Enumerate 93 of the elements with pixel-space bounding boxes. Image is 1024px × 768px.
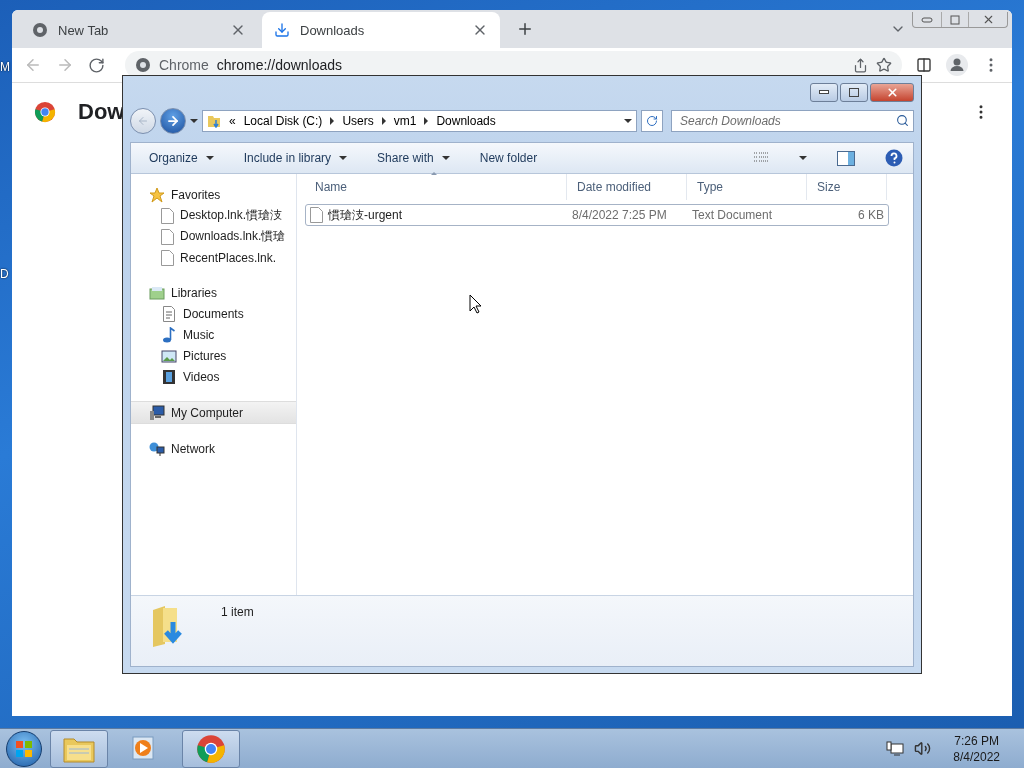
toolbar-button[interactable]: Include in library [243, 151, 348, 165]
back-button[interactable] [130, 108, 156, 134]
history-dropdown-icon[interactable] [190, 119, 198, 123]
start-button[interactable] [6, 730, 42, 767]
breadcrumb-arrow-icon[interactable] [381, 117, 386, 125]
breadcrumb-item[interactable]: Downloads [436, 114, 496, 128]
nav-item[interactable]: Network [131, 438, 296, 459]
nav-item[interactable]: Libraries [131, 282, 296, 303]
breadcrumb-arrow-icon[interactable] [424, 117, 429, 125]
table-cell-text: 6 KB [857, 207, 885, 224]
table-cell-text: Text Document [691, 207, 774, 224]
network-icon[interactable] [886, 740, 905, 757]
nav-item[interactable]: Downloads.lnk.慣瑲 [131, 226, 296, 247]
breadcrumb-item[interactable]: vm1 [393, 114, 417, 128]
column-header[interactable]: Name [305, 174, 567, 200]
table-cell: 慣瑲汥-urgent [306, 205, 568, 225]
url-text: chrome://downloads [216, 57, 344, 73]
nav-item[interactable]: Desktop.lnk.慣瑲汥 [131, 205, 296, 226]
minimize-icon [819, 90, 829, 94]
nav-item[interactable]: RecentPlaces.lnk. [131, 247, 296, 268]
minimize-button[interactable] [810, 82, 838, 102]
address-bar[interactable]: « Local Disk (C:) Users vm1 Downloads [202, 110, 637, 132]
document-icon [161, 305, 177, 322]
taskbar-button[interactable] [50, 729, 108, 768]
refresh-icon [646, 115, 658, 127]
site-label: Chrome [159, 57, 209, 73]
arrow-right-icon [166, 114, 180, 128]
profile-icon[interactable] [946, 54, 968, 76]
dropdown-icon[interactable] [624, 119, 632, 123]
new-tab-icon[interactable] [516, 20, 534, 38]
windows-logo-icon [15, 739, 33, 758]
file-icon [161, 207, 174, 224]
computer-icon [149, 404, 165, 421]
breadcrumb-item[interactable]: Users [342, 114, 374, 128]
folder-icon [149, 284, 165, 301]
taskbar-button[interactable] [182, 729, 240, 768]
maximize-button[interactable] [840, 82, 868, 102]
toolbar-button[interactable]: Share with [377, 151, 450, 165]
music-note-icon [161, 326, 177, 343]
nav-item[interactable]: Documents [131, 303, 296, 324]
item-count: 1 item [221, 605, 254, 619]
film-icon [161, 368, 177, 385]
toolbar-button[interactable]: Organize [149, 151, 214, 165]
side-panel-icon[interactable] [916, 57, 932, 73]
picture-icon [161, 347, 177, 364]
search-field[interactable]: Search Downloads [671, 110, 914, 132]
star-icon [149, 186, 165, 203]
nav-item[interactable]: Pictures [131, 345, 296, 366]
column-header[interactable]: Size [807, 174, 887, 200]
refresh-button[interactable] [641, 110, 663, 132]
close-button[interactable] [870, 82, 914, 102]
cursor-icon [469, 294, 483, 314]
page-heading: Dow [78, 99, 125, 125]
sort-icon [431, 172, 437, 175]
bookmark-star-icon[interactable] [876, 57, 892, 73]
file-row[interactable]: 慣瑲汥-urgent 8/4/2022 7:25 PM Text Document 6 KB [305, 204, 889, 226]
preview-pane-icon[interactable] [837, 150, 855, 166]
breadcrumb-item[interactable]: Local Disk (C:) [243, 114, 323, 128]
clock[interactable]: 7:26 PM 8/4/2022 [953, 732, 1000, 765]
volume-icon[interactable] [914, 740, 932, 757]
table-cell-text: 8/4/2022 7:25 PM [571, 207, 668, 224]
desktop-icon-label: M [0, 60, 10, 74]
forward-button[interactable] [160, 108, 186, 134]
chrome-logo-icon [196, 733, 226, 764]
browser-tab[interactable]: Downloads [262, 12, 500, 48]
text-file-icon [310, 207, 323, 223]
browser-tab[interactable]: New Tab [20, 12, 258, 48]
file-icon [161, 249, 174, 266]
nav-item[interactable]: Music [131, 324, 296, 345]
column-header[interactable]: Type [687, 174, 807, 200]
chrome-icon [32, 22, 48, 38]
breadcrumb-arrow-icon[interactable] [330, 117, 335, 125]
file-icon [161, 228, 174, 245]
share-icon[interactable] [853, 57, 868, 73]
breadcrumb-overflow[interactable]: « [229, 114, 236, 128]
download-icon [274, 22, 290, 38]
help-icon[interactable] [885, 149, 903, 167]
network-icon [149, 440, 165, 457]
nav-item[interactable]: My Computer [131, 401, 296, 424]
reload-icon[interactable] [88, 56, 105, 74]
close-icon [885, 85, 899, 99]
toolbar-button[interactable]: New folder [479, 151, 554, 165]
nav-item[interactable]: Videos [131, 366, 296, 387]
search-icon[interactable] [896, 114, 909, 127]
dropdown-icon[interactable] [799, 156, 807, 160]
maximize-icon [849, 87, 859, 97]
nav-item[interactable]: Favorites [131, 184, 296, 205]
chrome-icon [135, 57, 151, 73]
column-header[interactable]: Date modified [567, 174, 687, 200]
chrome-logo-icon [34, 101, 56, 123]
arrow-left-icon [137, 115, 149, 127]
folder-icon [207, 114, 221, 128]
desktop-icon-label: D [0, 267, 9, 281]
